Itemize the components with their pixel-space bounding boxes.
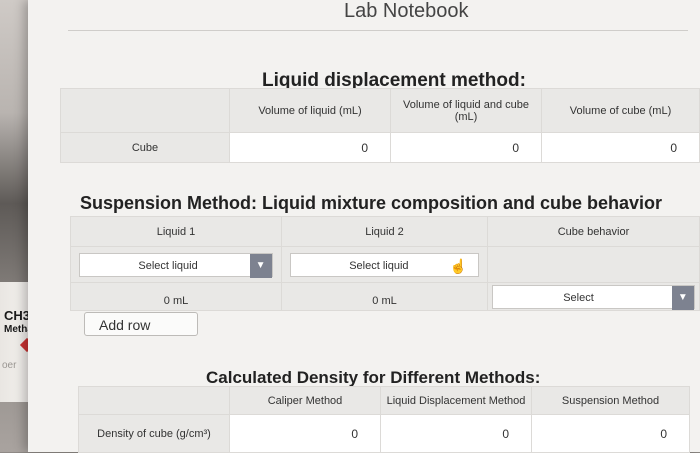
suspension-table: Liquid 1 Liquid 2 Cube behavior Select l…	[70, 216, 700, 311]
displacement-density-cell[interactable]: 0	[380, 414, 532, 453]
liquid-displacement-table: Volume of liquid (mL) Volume of liquid a…	[60, 88, 700, 163]
suspension-density-cell[interactable]: 0	[531, 414, 690, 453]
table-header-cell: Liquid 2	[281, 216, 488, 247]
behavior-cell: Select ▼	[487, 282, 700, 311]
table-header-cell: Volume of liquid and cube (mL)	[390, 88, 542, 133]
row-label-cube: Cube	[60, 132, 230, 163]
table-header-cell: Liquid Displacement Method	[380, 386, 532, 415]
cube-behavior-select[interactable]: Select ▼	[492, 284, 695, 310]
bottle-faint-text: oer	[2, 360, 17, 371]
liquid1-cell: Select liquid ▼	[70, 246, 282, 283]
table-header-cell: Volume of liquid (mL)	[229, 88, 391, 133]
lab-notebook-page: Lab Notebook Liquid displacement method:…	[28, 0, 700, 453]
volume-cube-cell[interactable]: 0	[541, 132, 700, 163]
table-header-cell	[60, 88, 230, 133]
table-header-cell: Suspension Method	[531, 386, 690, 415]
liquid2-select[interactable]: Select liquid ☝	[290, 252, 479, 277]
liquid1-select[interactable]: Select liquid ▼	[79, 252, 273, 278]
liquid2-select-value: Select liquid	[349, 259, 409, 272]
volume-liquid-cube-cell[interactable]: 0	[390, 132, 542, 163]
suspension-heading: Suspension Method: Liquid mixture compos…	[80, 193, 663, 213]
suspension-density-value: 0	[660, 426, 667, 441]
table-header-cell: Volume of cube (mL)	[541, 88, 700, 133]
pointer-hand-icon: ☝	[449, 257, 468, 274]
chevron-down-icon[interactable]: ▼	[671, 285, 694, 310]
volume-liquid-cell[interactable]: 0	[229, 132, 391, 163]
cube-behavior-select-value: Select	[563, 291, 594, 304]
volume-liquid-cube-value: 0	[512, 140, 519, 155]
behavior-empty-cell	[487, 246, 700, 283]
caliper-density-value: 0	[351, 426, 358, 441]
density-heading: Calculated Density for Different Methods…	[206, 368, 541, 387]
chevron-down-icon[interactable]: ▼	[249, 253, 272, 278]
liquid1-amount-cell: 0 mL	[70, 282, 282, 311]
table-header-cell	[78, 386, 230, 415]
liquid1-amount: 0 mL	[163, 294, 189, 307]
density-table: Caliper Method Liquid Displacement Metho…	[78, 386, 690, 453]
page-title: Lab Notebook	[344, 0, 469, 22]
volume-liquid-value: 0	[361, 140, 368, 155]
caliper-density-cell[interactable]: 0	[229, 414, 381, 453]
liquid2-amount: 0 mL	[372, 294, 397, 307]
add-row-button[interactable]: Add row	[84, 312, 198, 336]
liquid2-cell: Select liquid ☝	[281, 246, 488, 283]
liquid2-amount-cell: 0 mL	[281, 282, 488, 311]
liquid1-select-value: Select liquid	[138, 259, 198, 272]
title-divider	[68, 30, 688, 31]
displacement-density-value: 0	[502, 426, 509, 441]
row-label-density: Density of cube (g/cm³)	[78, 414, 230, 453]
table-header-cell: Liquid 1	[70, 216, 282, 247]
table-header-cell: Cube behavior	[487, 216, 700, 247]
volume-cube-value: 0	[670, 140, 677, 155]
table-header-cell: Caliper Method	[229, 386, 381, 415]
